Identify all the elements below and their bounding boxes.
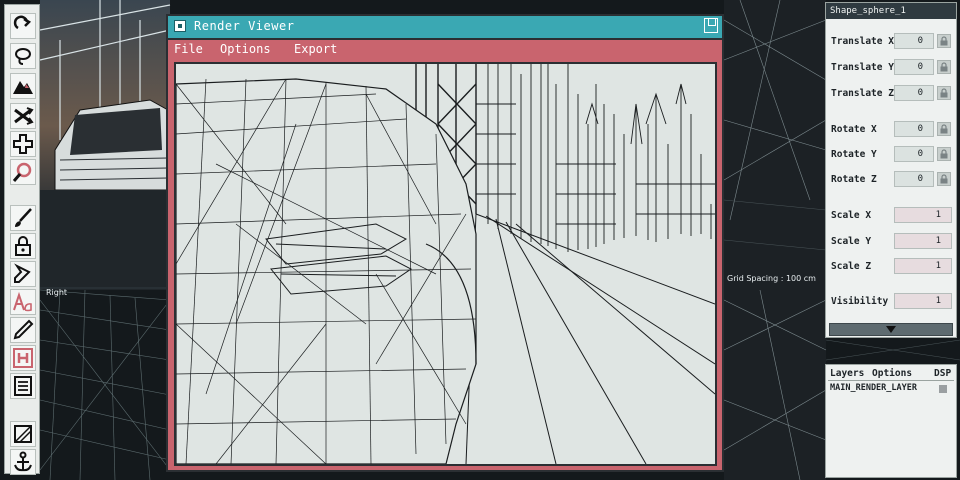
- lock-icon[interactable]: [937, 147, 951, 161]
- translate-z-field[interactable]: 0: [894, 85, 934, 101]
- rotate-y-row: Rotate Y 0: [826, 144, 956, 164]
- rotate-z-field[interactable]: 0: [894, 171, 934, 187]
- menu-options[interactable]: Options: [220, 42, 271, 56]
- lock-icon[interactable]: [937, 34, 951, 48]
- rotate-x-row: Rotate X 0: [826, 119, 956, 139]
- translate-y-row: Translate Y 0: [826, 57, 956, 77]
- scale-y-field[interactable]: 1: [894, 233, 952, 249]
- attr-label: Rotate Z: [831, 174, 877, 185]
- translate-y-field[interactable]: 0: [894, 59, 934, 75]
- anchor-icon[interactable]: [10, 449, 36, 475]
- redo-icon[interactable]: [10, 13, 36, 39]
- layer-color-swatch[interactable]: [939, 385, 947, 393]
- layer-item[interactable]: MAIN_RENDER_LAYER: [829, 383, 953, 395]
- collapse-button[interactable]: [829, 323, 953, 336]
- rotate-y-field[interactable]: 0: [894, 146, 934, 162]
- zoom-icon[interactable]: [10, 159, 36, 185]
- title-bar[interactable]: Render Viewer: [168, 16, 722, 40]
- mountain-icon[interactable]: [10, 73, 36, 99]
- scale-x-row: Scale X 1: [826, 205, 956, 225]
- attr-label: Scale Z: [831, 261, 872, 272]
- frame-icon[interactable]: [10, 421, 36, 447]
- document-icon[interactable]: [10, 373, 36, 399]
- chevron-down-icon: [886, 326, 896, 333]
- translate-z-row: Translate Z 0: [826, 83, 956, 103]
- translate-x-field[interactable]: 0: [894, 33, 934, 49]
- attr-label: Translate Z: [831, 88, 894, 99]
- window-title: Render Viewer: [194, 19, 295, 33]
- menu-bar: File Options Export: [168, 40, 722, 60]
- attr-label: Scale X: [831, 210, 872, 221]
- grid-spacing-label: Grid Spacing : 100 cm: [727, 274, 816, 283]
- text-tool-icon[interactable]: [10, 289, 36, 315]
- translate-x-row: Translate X 0: [826, 31, 956, 51]
- scale-y-row: Scale Y 1: [826, 231, 956, 251]
- render-viewer-window: Render Viewer File Options Export: [166, 14, 724, 472]
- lock-icon[interactable]: [937, 172, 951, 186]
- layers-panel: Layers Options DSP MAIN_RENDER_LAYER: [825, 364, 957, 478]
- attr-label: Rotate Y: [831, 149, 877, 160]
- menu-export[interactable]: Export: [294, 42, 337, 56]
- lock-icon[interactable]: [937, 122, 951, 136]
- scale-z-row: Scale Z 1: [826, 256, 956, 276]
- pencil-icon[interactable]: [10, 317, 36, 343]
- scale-x-field[interactable]: 1: [894, 207, 952, 223]
- add-icon[interactable]: [10, 131, 36, 157]
- brush-icon[interactable]: [10, 205, 36, 231]
- layers-menu-dsp[interactable]: DSP: [934, 368, 951, 379]
- lasso-icon[interactable]: [10, 43, 36, 69]
- layers-menu-options[interactable]: Options: [872, 368, 912, 379]
- window-icon: [174, 20, 186, 32]
- attr-label: Visibility: [831, 296, 889, 307]
- h-icon[interactable]: [10, 345, 36, 371]
- layers-menu-layers[interactable]: Layers: [830, 368, 864, 379]
- attr-label: Translate X: [831, 36, 894, 47]
- attr-label: Translate Y: [831, 62, 894, 73]
- shuffle-icon[interactable]: [10, 103, 36, 129]
- rotate-x-field[interactable]: 0: [894, 121, 934, 137]
- view-label: Right: [46, 288, 68, 297]
- layer-name: MAIN_RENDER_LAYER: [830, 383, 917, 393]
- shape-name-header: Shape_sphere_1: [826, 3, 956, 19]
- visibility-row: Visibility 1: [826, 291, 956, 311]
- scale-z-field[interactable]: 1: [894, 258, 952, 274]
- render-canvas[interactable]: [174, 62, 717, 466]
- attr-label: Scale Y: [831, 236, 872, 247]
- menu-file[interactable]: File: [174, 42, 203, 56]
- tool-strip: [4, 4, 40, 475]
- lock-icon[interactable]: [937, 86, 951, 100]
- lock-icon[interactable]: [937, 60, 951, 74]
- pen-icon[interactable]: [10, 261, 36, 287]
- attr-label: Rotate X: [831, 124, 877, 135]
- divider: [828, 380, 954, 381]
- maximize-icon[interactable]: [704, 18, 718, 33]
- lock-icon[interactable]: [10, 233, 36, 259]
- visibility-field[interactable]: 1: [894, 293, 952, 309]
- rotate-z-row: Rotate Z 0: [826, 169, 956, 189]
- attribute-panel: Shape_sphere_1 Translate X 0 Translate Y…: [825, 2, 957, 338]
